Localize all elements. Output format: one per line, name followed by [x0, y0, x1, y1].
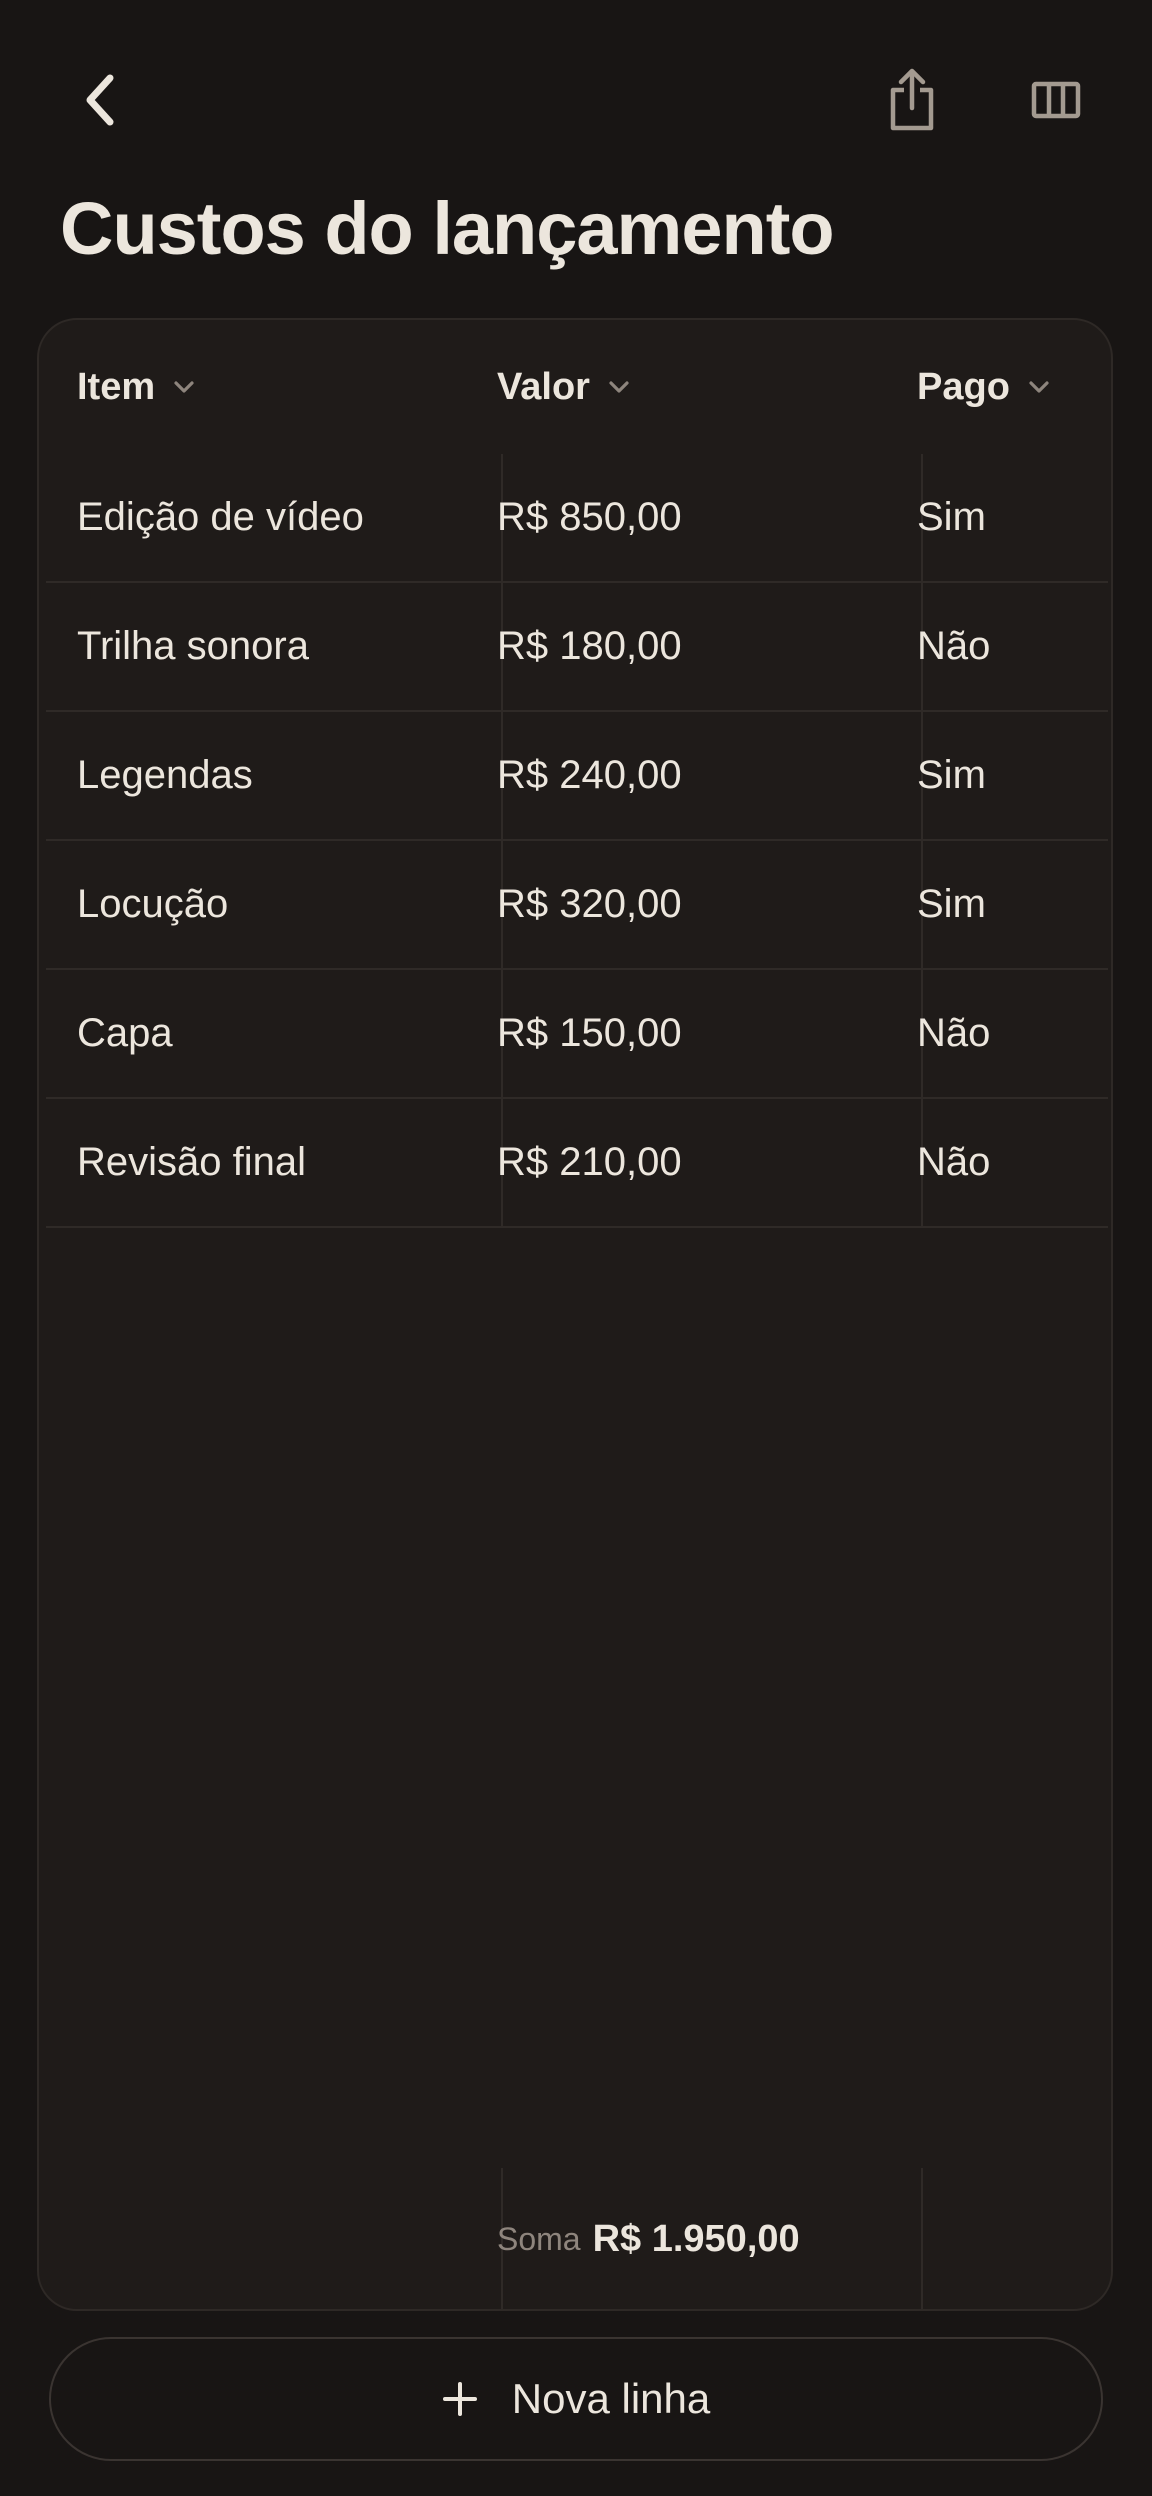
cell-item[interactable]: Revisão final [77, 1099, 306, 1226]
sum-label: Soma [497, 2221, 581, 2257]
column-header-label: Pago [917, 365, 1010, 408]
chevron-down-icon [1028, 380, 1050, 394]
cell-valor[interactable]: R$ 320,00 [497, 841, 682, 968]
sum-cell[interactable]: Soma R$ 1.950,00 [497, 2168, 800, 2309]
cell-item[interactable]: Capa [77, 970, 173, 1097]
cell-item[interactable]: Legendas [77, 712, 253, 839]
cell-item[interactable]: Trilha sonora [77, 583, 309, 710]
table-summary-row: Soma R$ 1.950,00 [39, 2168, 1111, 2309]
top-bar [0, 0, 1152, 190]
new-row-button[interactable]: Nova linha [49, 2337, 1103, 2461]
table-row[interactable]: Revisão final R$ 210,00 Não [46, 1099, 1108, 1228]
table-row[interactable]: Legendas R$ 240,00 Sim [46, 712, 1108, 841]
cell-pago[interactable]: Sim [917, 454, 986, 581]
column-header-label: Valor [497, 365, 590, 408]
column-header-valor[interactable]: Valor [497, 320, 630, 454]
cell-pago[interactable]: Não [917, 583, 990, 710]
column-header-label: Item [77, 365, 156, 408]
cell-item[interactable]: Locução [77, 841, 228, 968]
column-header-pago[interactable]: Pago [917, 320, 1050, 454]
table-row[interactable]: Trilha sonora R$ 180,00 Não [46, 583, 1108, 712]
columns-icon [1031, 81, 1081, 119]
cell-valor[interactable]: R$ 240,00 [497, 712, 682, 839]
table-row[interactable]: Edição de vídeo R$ 850,00 Sim [46, 454, 1108, 583]
cell-valor[interactable]: R$ 180,00 [497, 583, 682, 710]
cell-valor[interactable]: R$ 210,00 [497, 1099, 682, 1226]
share-icon [890, 68, 934, 131]
new-row-label: Nova linha [511, 2375, 711, 2422]
back-button[interactable] [60, 60, 140, 140]
cell-valor[interactable]: R$ 150,00 [497, 970, 682, 1097]
table-body: Edição de vídeo R$ 850,00 Sim Trilha son… [46, 454, 1108, 1228]
chevron-down-icon [608, 380, 630, 394]
cell-item[interactable]: Edição de vídeo [77, 454, 364, 581]
chevron-left-icon [86, 74, 114, 126]
cell-pago[interactable]: Não [917, 970, 990, 1097]
cell-valor[interactable]: R$ 850,00 [497, 454, 682, 581]
table-row[interactable]: Locução R$ 320,00 Sim [46, 841, 1108, 970]
columns-button[interactable] [1016, 56, 1096, 144]
cell-pago[interactable]: Sim [917, 712, 986, 839]
plus-icon [442, 2381, 478, 2417]
column-header-item[interactable]: Item [77, 320, 195, 454]
table-header: Item Valor Pago [39, 320, 1111, 454]
cell-pago[interactable]: Não [917, 1099, 990, 1226]
cell-pago[interactable]: Sim [917, 841, 986, 968]
column-divider [921, 2168, 923, 2309]
page-title: Custos do lançamento [60, 187, 835, 270]
chevron-down-icon [173, 380, 195, 394]
sum-value: R$ 1.950,00 [592, 2218, 800, 2260]
share-button[interactable] [872, 56, 952, 144]
table-row[interactable]: Capa R$ 150,00 Não [46, 970, 1108, 1099]
table-card: Item Valor Pago Edição de vídeo R$ 850,0… [37, 318, 1113, 2311]
